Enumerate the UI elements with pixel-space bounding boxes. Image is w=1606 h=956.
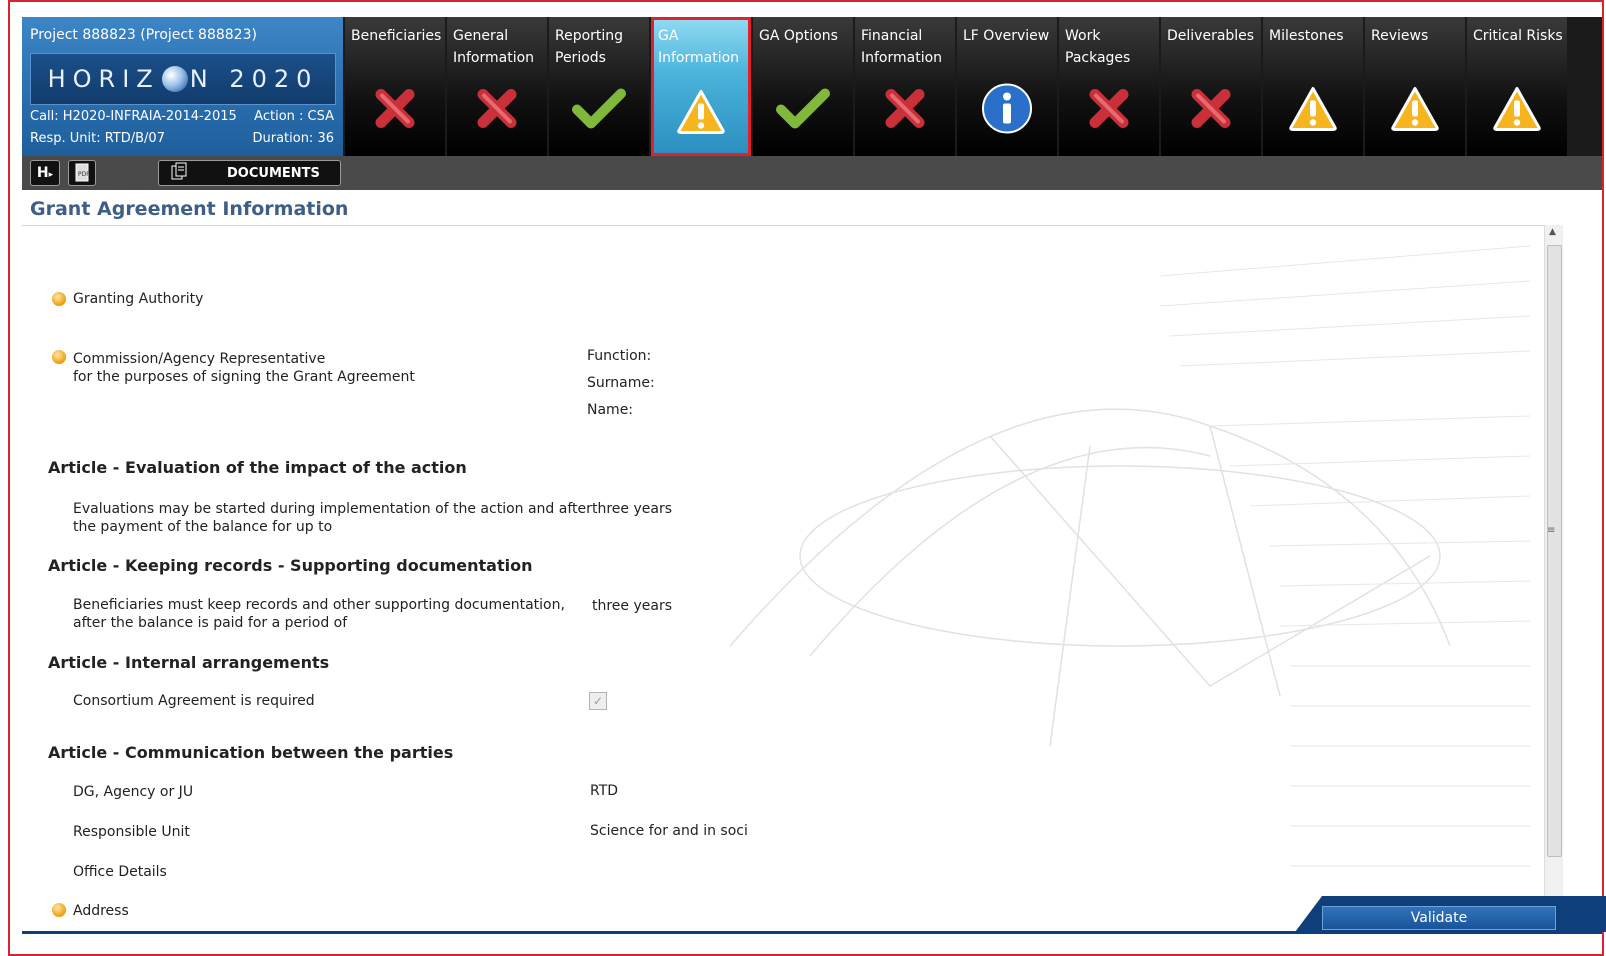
page-title: Grant Agreement Information [30, 198, 349, 220]
granting-authority-label: Granting Authority [73, 291, 204, 307]
navigation-tabs: Beneficiaries General Information Report… [345, 17, 1569, 156]
records-text-line-1: Beneficiaries must keep records and othe… [73, 597, 565, 613]
tab-label: Milestones [1269, 28, 1344, 44]
tab-ga-information[interactable]: GA Information [651, 17, 751, 156]
scroll-thumb[interactable] [1547, 245, 1562, 857]
tab-work-packages[interactable]: Work Packages [1059, 17, 1159, 156]
tab-reviews[interactable]: Reviews [1365, 17, 1465, 156]
impact-value: three years [592, 501, 673, 517]
warning-icon [1492, 86, 1542, 139]
validate-button[interactable]: Validate [1322, 906, 1556, 930]
pdf-export-button[interactable]: PDF [68, 160, 96, 186]
scroll-grip-icon: ≡ [1547, 525, 1556, 536]
impact-text-line-2: the payment of the balance for up to [73, 519, 333, 535]
tab-general-information[interactable]: General Information [447, 17, 547, 156]
tab-reporting-periods[interactable]: Reporting Periods [549, 17, 649, 156]
project-duration: Duration: 36 [252, 131, 334, 146]
error-x-icon [474, 86, 520, 139]
tab-label: Financial Information [861, 28, 943, 66]
warning-icon [676, 89, 726, 142]
tab-label: Deliverables [1167, 28, 1255, 44]
tab-label: General Information [453, 28, 535, 66]
records-article-text: Beneficiaries must keep records and othe… [73, 596, 565, 632]
impact-article-header: Article - Evaluation of the impact of th… [48, 458, 467, 477]
warning-icon [1288, 86, 1338, 139]
tab-label: Reporting Periods [555, 28, 624, 66]
representative-line-2: for the purposes of signing the Grant Ag… [73, 369, 415, 385]
check-icon [775, 86, 831, 139]
horizon-2020-logo: HORIZ N 2020 [30, 53, 336, 105]
help-button[interactable]: H▸ [30, 160, 60, 186]
tab-label: Beneficiaries [351, 28, 442, 44]
header-bar: Project 888823 (Project 888823) HORIZ N 2… [22, 17, 1602, 156]
records-text-line-2: after the balance is paid for a period o… [73, 615, 348, 631]
office-details-label: Office Details [73, 864, 167, 880]
responsible-unit-label: Responsible Unit [73, 824, 190, 840]
tab-beneficiaries[interactable]: Beneficiaries [345, 17, 445, 156]
content-panel: Granting Authority Commission/Agency Rep… [22, 225, 1550, 932]
error-x-icon [1188, 86, 1234, 139]
records-article-header: Article - Keeping records - Supporting d… [48, 556, 533, 575]
pdf-icon: PDF [75, 163, 90, 182]
address-label: Address [73, 903, 129, 919]
dg-label: DG, Agency or JU [73, 784, 194, 800]
tab-label: GA Options [759, 28, 838, 44]
tab-financial-information[interactable]: Financial Information [855, 17, 955, 156]
vertical-scrollbar[interactable]: ▲ ≡ [1544, 225, 1563, 931]
responsible-unit-value: Science for and in soci [590, 823, 748, 839]
consortium-agreement-checkbox[interactable]: ✓ [589, 692, 607, 710]
info-bullet-icon [52, 292, 66, 306]
project-meta-row-1: Call: H2020-INFRAIA-2014-2015 Action : C… [30, 109, 334, 124]
consortium-agreement-label: Consortium Agreement is required [73, 693, 315, 709]
error-x-icon [882, 86, 928, 139]
tab-label: Reviews [1371, 28, 1429, 44]
documents-icon [171, 162, 187, 184]
svg-text:PDF: PDF [78, 171, 90, 178]
communication-article-header: Article - Communication between the part… [48, 743, 454, 762]
validate-area: Validate [1268, 896, 1606, 932]
tab-deliverables[interactable]: Deliverables [1161, 17, 1261, 156]
manuscript-watermark [729, 245, 1531, 867]
project-resp-unit: Resp. Unit: RTD/B/07 [30, 131, 165, 146]
dg-value: RTD [590, 783, 619, 799]
tab-label: Critical Risks [1473, 28, 1563, 44]
info-icon [981, 83, 1033, 142]
error-x-icon [1086, 86, 1132, 139]
project-panel: Project 888823 (Project 888823) HORIZ N 2… [22, 17, 343, 156]
impact-text-line-1: Evaluations may be started during implem… [73, 501, 592, 517]
help-label: H [36, 165, 49, 181]
tab-label: LF Overview [963, 28, 1050, 44]
documents-label: DOCUMENTS [227, 165, 320, 181]
impact-article-text: Evaluations may be started during implem… [73, 500, 592, 536]
records-value: three years [592, 598, 673, 614]
warning-icon [1390, 86, 1440, 139]
project-meta-row-2: Resp. Unit: RTD/B/07 Duration: 36 [30, 131, 334, 146]
error-x-icon [372, 86, 418, 139]
internal-arrangements-header: Article - Internal arrangements [48, 653, 330, 672]
tab-critical-risks[interactable]: Critical Risks [1467, 17, 1567, 156]
documents-button[interactable]: DOCUMENTS [158, 160, 341, 186]
toolbar: H▸ PDF DOCUMENTS [22, 156, 1602, 190]
representative-line-1: Commission/Agency Representative [73, 351, 326, 367]
tab-lf-overview[interactable]: LF Overview [957, 17, 1057, 156]
globe-icon [161, 66, 188, 92]
name-label: Name: [587, 402, 634, 418]
info-bullet-icon [52, 350, 66, 364]
project-call: Call: H2020-INFRAIA-2014-2015 [30, 109, 237, 124]
info-bullet-icon [52, 903, 66, 917]
tab-milestones[interactable]: Milestones [1263, 17, 1363, 156]
scroll-up-arrow-icon[interactable]: ▲ [1549, 227, 1556, 237]
tab-label: GA Information [658, 28, 740, 66]
tab-label: Work Packages [1065, 28, 1131, 66]
check-icon [571, 86, 627, 139]
surname-label: Surname: [587, 375, 655, 391]
tab-ga-options[interactable]: GA Options [753, 17, 853, 156]
representative-label: Commission/Agency Representative for the… [73, 350, 415, 386]
function-label: Function: [587, 348, 652, 364]
project-title: Project 888823 (Project 888823) [30, 27, 257, 43]
project-action: Action : CSA [254, 109, 334, 124]
